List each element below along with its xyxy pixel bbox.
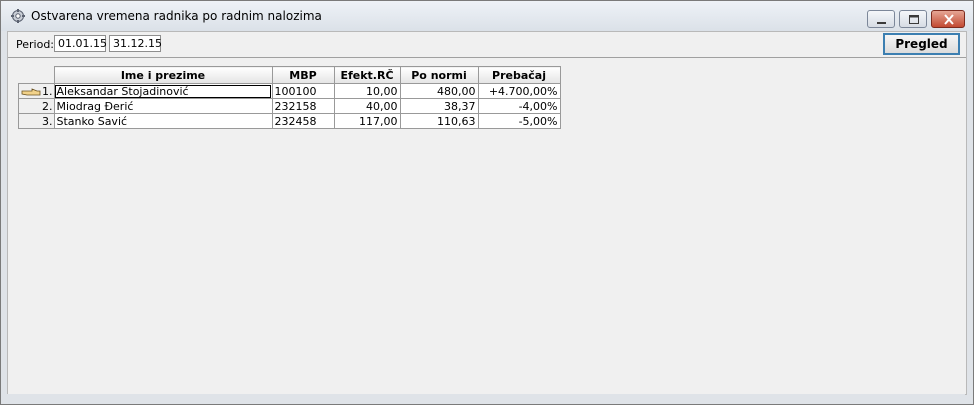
client-area: Period: 01.01.15 31.12.15 Pregled Ime i … (7, 31, 967, 395)
period-label: Period: (16, 38, 55, 51)
table-row[interactable]: 2. Miodrag Đerić 232158 40,00 38,37 -4,0… (18, 98, 561, 114)
cell-mbp[interactable]: 100100 (271, 83, 335, 99)
cell-prebacaj[interactable]: -5,00% (477, 113, 561, 129)
toolbar: Period: 01.01.15 31.12.15 Pregled (8, 32, 966, 58)
minimize-button[interactable] (867, 10, 895, 28)
maximize-button[interactable] (899, 10, 927, 28)
title-bar[interactable]: Ostvarena vremena radnika po radnim nalo… (1, 1, 973, 31)
cell-name[interactable]: Stanko Savić (53, 113, 273, 129)
status-bar (7, 394, 965, 399)
column-header-mbp[interactable]: MBP (271, 66, 335, 84)
close-button[interactable] (931, 10, 965, 28)
cell-name[interactable]: Aleksandar Stojadinović (53, 83, 273, 99)
cell-po-normi[interactable]: 480,00 (399, 83, 479, 99)
window-title: Ostvarena vremena radnika po radnim nalo… (31, 9, 322, 23)
column-header-name[interactable]: Ime i prezime (53, 66, 273, 84)
cell-po-normi[interactable]: 110,63 (399, 113, 479, 129)
cell-efekt[interactable]: 40,00 (333, 98, 401, 114)
table-header-row: Ime i prezime MBP Efekt.RČ Po normi Preb… (18, 66, 561, 84)
cell-mbp[interactable]: 232458 (271, 113, 335, 129)
gear-icon (11, 9, 25, 23)
row-number: 1. (42, 84, 53, 98)
header-corner (18, 66, 55, 84)
close-icon (944, 14, 954, 25)
pointing-hand-icon (21, 87, 41, 95)
app-window: Ostvarena vremena radnika po radnim nalo… (0, 0, 974, 405)
cell-efekt[interactable]: 117,00 (333, 113, 401, 129)
minimize-icon (877, 22, 886, 24)
column-header-efekt[interactable]: Efekt.RČ (333, 66, 401, 84)
row-number-cell[interactable]: 2. (18, 98, 55, 114)
results-table: Ime i prezime MBP Efekt.RČ Po normi Preb… (18, 66, 561, 129)
cell-prebacaj[interactable]: -4,00% (477, 98, 561, 114)
cell-efekt[interactable]: 10,00 (333, 83, 401, 99)
cell-prebacaj[interactable]: +4.700,00% (477, 83, 561, 99)
cell-mbp[interactable]: 232158 (271, 98, 335, 114)
date-to-field[interactable]: 31.12.15 (109, 35, 162, 52)
date-from-field[interactable]: 01.01.15 (54, 35, 107, 52)
maximize-icon (909, 15, 919, 24)
table-row[interactable]: 3. Stanko Savić 232458 117,00 110,63 -5,… (18, 113, 561, 129)
table-row[interactable]: 1. Aleksandar Stojadinović 100100 10,00 … (18, 83, 561, 99)
column-header-prebacaj[interactable]: Prebačaj (477, 66, 561, 84)
row-number-cell[interactable]: 3. (18, 113, 55, 129)
row-number-cell[interactable]: 1. (18, 83, 55, 99)
pregled-button[interactable]: Pregled (883, 33, 960, 55)
column-header-po-normi[interactable]: Po normi (399, 66, 479, 84)
cell-name[interactable]: Miodrag Đerić (53, 98, 273, 114)
cell-po-normi[interactable]: 38,37 (399, 98, 479, 114)
